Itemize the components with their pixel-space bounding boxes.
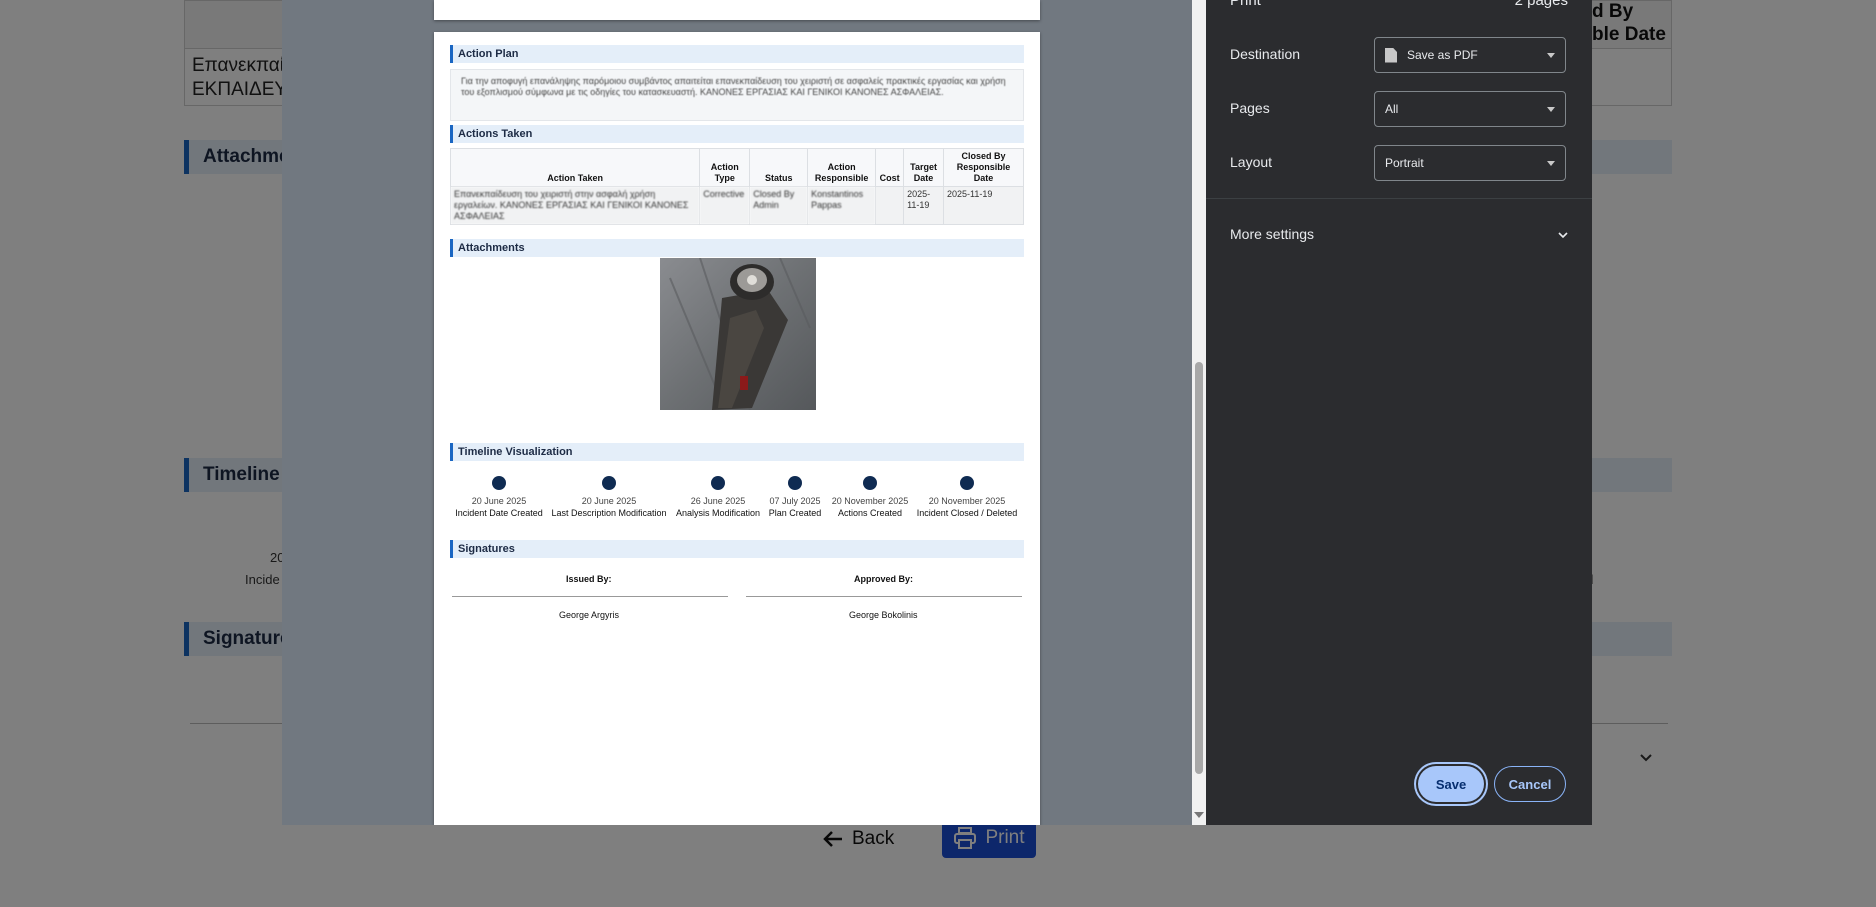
approved-by-name: George Bokolinis xyxy=(849,610,918,620)
layout-value: Portrait xyxy=(1385,156,1424,170)
layout-select[interactable]: Portrait xyxy=(1374,145,1566,181)
column-header: Closed By Responsible Date xyxy=(943,148,1024,187)
dropdown-caret-icon xyxy=(1547,161,1555,166)
timeline-date: 20 November 2025 xyxy=(928,496,1006,506)
cell-action-taken: Επανεκπαίδευση του χειριστή στην ασφαλή … xyxy=(449,186,701,225)
actions-taken-table: Action Taken Action Type Status Action R… xyxy=(449,148,1024,225)
destination-label: Destination xyxy=(1230,46,1301,62)
dialog-title: Print xyxy=(1230,0,1261,9)
section-header-action-plan: Action Plan xyxy=(450,45,1024,63)
table-header-row: Action Taken Action Type Status Action R… xyxy=(449,148,1024,187)
timeline-dot xyxy=(711,476,725,490)
issued-by-signature-line xyxy=(452,596,728,597)
table-row: Επανεκπαίδευση του χειριστή στην ασφαλή … xyxy=(449,186,1024,225)
preview-scrollbar-thumb[interactable] xyxy=(1195,362,1203,774)
cell-target-date: 2025-11-19 xyxy=(903,186,945,225)
timeline-dot xyxy=(492,476,506,490)
section-header-attachments: Attachments xyxy=(450,239,1024,257)
chevron-down-icon xyxy=(1558,232,1568,239)
issued-by-name: George Argyris xyxy=(559,610,620,620)
layout-label: Layout xyxy=(1230,154,1273,170)
timeline-item: 20 June 2025 Last Description Modificatio… xyxy=(549,476,669,520)
timeline-item: 20 November 2025 Incident Closed / Delete… xyxy=(907,476,1027,520)
cancel-button[interactable]: Cancel xyxy=(1494,766,1566,802)
pdf-document-icon xyxy=(1385,47,1397,63)
cell-status: Closed By Admin xyxy=(749,186,809,225)
column-header: Action Type xyxy=(699,148,751,187)
print-dialog: Action Plan Για την αποφυγή επανάληψης π… xyxy=(282,0,1592,825)
approved-by-label: Approved By: xyxy=(854,574,914,584)
section-header-actions-taken: Actions Taken xyxy=(450,125,1024,143)
cell-action-type: Corrective xyxy=(699,186,751,225)
section-header-signatures: Signatures xyxy=(450,540,1024,558)
timeline-label: Incident Closed / Deleted xyxy=(916,508,1018,518)
column-header: Status xyxy=(749,148,809,187)
cell-action-responsible: Konstantinos Pappas xyxy=(807,186,877,225)
timeline-label: Last Description Modification xyxy=(551,508,667,518)
action-plan-text-box: Για την αποφυγή επανάληψης παρόμοιου συμ… xyxy=(450,69,1024,121)
page-count: 2 pages xyxy=(1514,0,1568,9)
print-preview-area[interactable]: Action Plan Για την αποφυγή επανάληψης π… xyxy=(282,0,1206,825)
timeline-date: 20 June 2025 xyxy=(471,496,527,506)
column-header: Target Date xyxy=(903,148,945,187)
approved-by-signature-line xyxy=(746,596,1022,597)
scroll-down-arrow-icon[interactable] xyxy=(1194,812,1204,818)
action-plan-text: Για την αποφυγή επανάληψης παρόμοιου συμ… xyxy=(461,76,1006,97)
more-settings-toggle[interactable]: More settings xyxy=(1230,226,1570,246)
column-header: Action Responsible xyxy=(807,148,877,187)
save-button[interactable]: Save xyxy=(1418,766,1484,802)
dropdown-caret-icon xyxy=(1547,53,1555,58)
cell-cost xyxy=(875,186,905,225)
section-header-timeline: Timeline Visualization xyxy=(450,443,1024,461)
pages-select[interactable]: All xyxy=(1374,91,1566,127)
timeline-dot xyxy=(788,476,802,490)
more-settings-label: More settings xyxy=(1230,226,1315,242)
column-header: Cost xyxy=(875,148,905,187)
pages-value: All xyxy=(1385,102,1399,116)
timeline-dot xyxy=(960,476,974,490)
attachment-image xyxy=(660,258,816,410)
cell-closed-date: 2025-11-19 xyxy=(943,186,1024,225)
preview-page: Action Plan Για την αποφυγή επανάληψης π… xyxy=(434,32,1040,825)
timeline-item: 20 June 2025 Incident Date Created xyxy=(439,476,559,520)
destination-value: Save as PDF xyxy=(1407,48,1478,62)
preview-page-previous xyxy=(434,0,1040,20)
column-header: Action Taken xyxy=(449,148,701,187)
panel-divider xyxy=(1206,198,1592,199)
dropdown-caret-icon xyxy=(1547,107,1555,112)
destination-select[interactable]: Save as PDF xyxy=(1374,37,1566,73)
issued-by-label: Issued By: xyxy=(566,574,612,584)
timeline-label: Incident Date Created xyxy=(455,508,543,518)
timeline-dot xyxy=(863,476,877,490)
pages-label: Pages xyxy=(1230,100,1270,116)
print-settings-panel: Print 2 pages Destination Save as PDF Pa… xyxy=(1206,0,1592,825)
timeline-dot xyxy=(602,476,616,490)
timeline-date: 20 June 2025 xyxy=(581,496,637,506)
